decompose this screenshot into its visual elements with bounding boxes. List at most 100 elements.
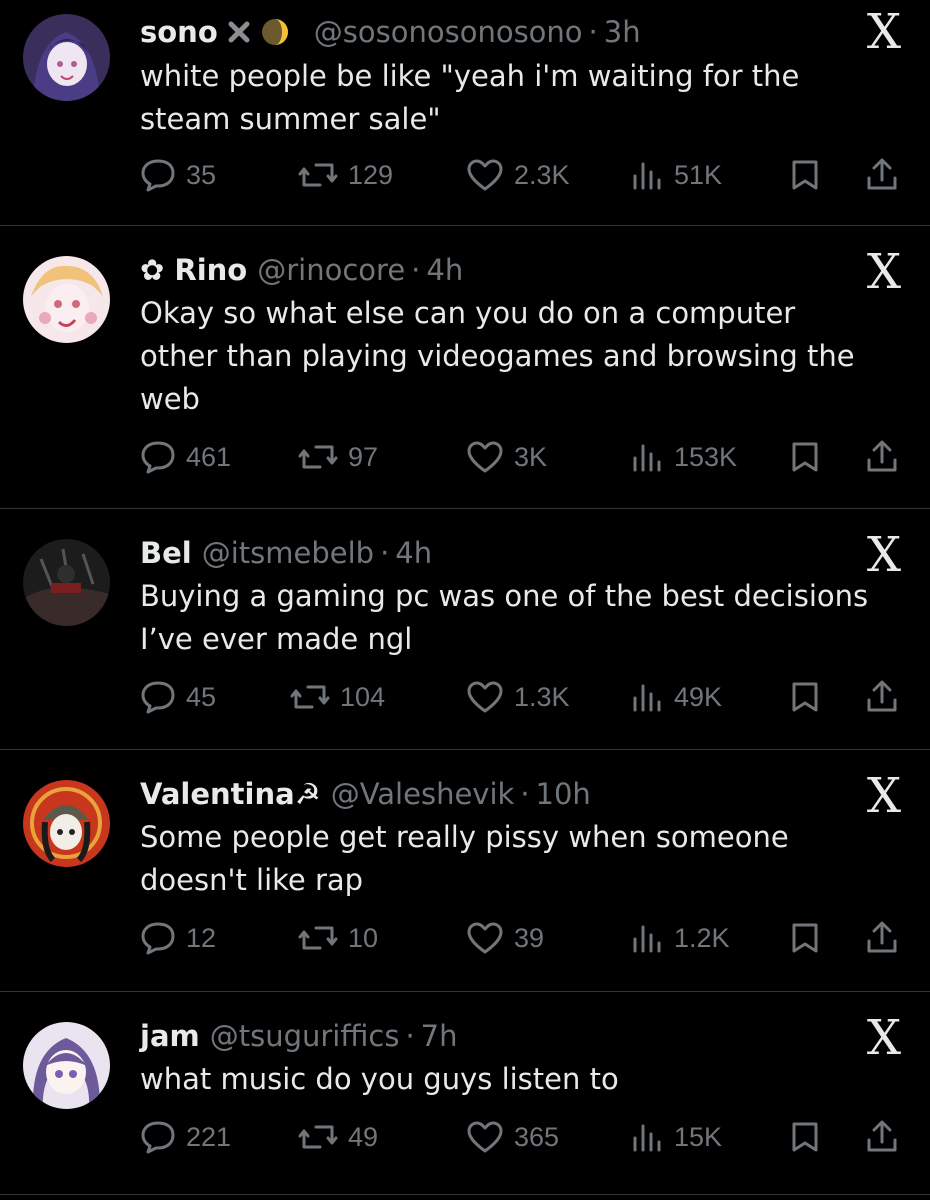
- views-button[interactable]: 51K: [630, 155, 722, 195]
- tweet[interactable]: jam @tsuguriffics · 7h X what music do y…: [0, 992, 930, 1195]
- user-handle[interactable]: @tsuguriffics: [210, 1019, 400, 1053]
- like-button[interactable]: 365: [466, 1117, 559, 1157]
- like-count: 2.3K: [514, 159, 570, 190]
- reply-count: 12: [186, 922, 217, 953]
- avatar[interactable]: [23, 539, 110, 626]
- action-bar: 461 97 3K 153K: [140, 437, 910, 477]
- tweet-text: what music do you guys listen to: [140, 1062, 619, 1096]
- reply-button[interactable]: 12: [140, 918, 216, 958]
- like-count: 39: [514, 922, 545, 953]
- separator-dot: ·: [520, 777, 530, 811]
- tweet[interactable]: Bel @itsmebelb · 4h X Buying a gaming pc…: [0, 509, 930, 750]
- repost-button[interactable]: 104: [290, 677, 385, 717]
- tweet-text: Okay so what else can you do on a comput…: [140, 296, 855, 416]
- action-bar: 12 10 39 1.2K: [140, 918, 910, 958]
- repost-button[interactable]: 10: [298, 918, 378, 958]
- reply-icon: [141, 922, 175, 955]
- repost-button[interactable]: 129: [298, 155, 393, 195]
- views-count: 153K: [674, 441, 738, 472]
- tweet[interactable]: Valentina☭ @Valeshevik · 10h X Some peop…: [0, 750, 930, 992]
- repost-icon: [298, 1125, 338, 1149]
- display-name[interactable]: Bel: [140, 536, 192, 570]
- views-count: 1.2K: [674, 922, 730, 953]
- analytics-icon: [633, 444, 661, 472]
- x-logo-icon: X: [866, 527, 902, 583]
- avatar[interactable]: [23, 14, 110, 101]
- x-logo-icon: X: [866, 244, 902, 300]
- user-handle[interactable]: @sosonosonosono: [314, 15, 583, 49]
- reply-icon: [141, 1121, 175, 1154]
- heart-icon: [467, 441, 503, 473]
- user-handle[interactable]: @itsmebelb: [202, 536, 374, 570]
- action-bar: 45 104 1.3K 49K: [140, 677, 910, 717]
- reply-button[interactable]: 45: [140, 677, 216, 717]
- avatar[interactable]: [23, 1022, 110, 1109]
- repost-button[interactable]: 97: [298, 437, 378, 477]
- share-icon[interactable]: [866, 920, 898, 954]
- reply-button[interactable]: 461: [140, 437, 231, 477]
- views-button[interactable]: 49K: [630, 677, 722, 717]
- share-icon[interactable]: [866, 679, 898, 713]
- timestamp[interactable]: 4h: [395, 536, 432, 570]
- x-mark-icon: [226, 19, 252, 45]
- reply-button[interactable]: 35: [140, 155, 216, 195]
- timestamp[interactable]: 3h: [604, 15, 641, 49]
- bookmark-icon[interactable]: [790, 441, 820, 473]
- reply-button[interactable]: 221: [140, 1117, 231, 1157]
- timestamp[interactable]: 7h: [421, 1019, 458, 1053]
- repost-icon: [298, 163, 338, 187]
- x-logo-icon: X: [866, 4, 902, 60]
- timestamp[interactable]: 10h: [536, 777, 591, 811]
- repost-count: 97: [348, 441, 379, 472]
- display-name[interactable]: sono: [140, 15, 218, 49]
- views-button[interactable]: 153K: [630, 437, 737, 477]
- tweet-header: jam @tsuguriffics · 7h: [140, 1016, 458, 1056]
- tweet-header: sono @sosonosonosono · 3h: [140, 12, 641, 52]
- heart-icon: [467, 922, 503, 954]
- separator-dot: ·: [588, 15, 598, 49]
- like-button[interactable]: 39: [466, 918, 544, 958]
- repost-icon: [298, 926, 338, 950]
- user-handle[interactable]: @rinocore: [257, 253, 405, 287]
- like-button[interactable]: 2.3K: [466, 155, 570, 195]
- share-icon[interactable]: [866, 1119, 898, 1153]
- tweet-text: Buying a gaming pc was one of the best d…: [140, 579, 869, 656]
- avatar[interactable]: [23, 780, 110, 867]
- share-icon[interactable]: [866, 157, 898, 191]
- views-button[interactable]: 15K: [630, 1117, 722, 1157]
- display-name[interactable]: ✿ Rino: [140, 253, 247, 287]
- reply-count: 221: [186, 1121, 232, 1152]
- tweet[interactable]: ✿ Rino @rinocore · 4h X Okay so what els…: [0, 226, 930, 509]
- views-count: 49K: [674, 681, 723, 712]
- repost-icon: [290, 685, 330, 709]
- tweet-text: Some people get really pissy when someon…: [140, 820, 789, 897]
- moon-emoji-icon: [260, 17, 290, 47]
- x-logo-icon: X: [866, 768, 902, 824]
- reply-count: 461: [186, 441, 232, 472]
- tweet-header: Valentina☭ @Valeshevik · 10h: [140, 774, 591, 814]
- display-name[interactable]: Valentina☭: [140, 777, 321, 811]
- views-count: 15K: [674, 1121, 723, 1152]
- display-name[interactable]: jam: [140, 1019, 200, 1053]
- reply-icon: [141, 159, 175, 192]
- bookmark-icon[interactable]: [790, 922, 820, 954]
- like-button[interactable]: 3K: [466, 437, 547, 477]
- like-button[interactable]: 1.3K: [466, 677, 570, 717]
- user-handle[interactable]: @Valeshevik: [331, 777, 515, 811]
- analytics-icon: [633, 684, 661, 712]
- x-logo-icon: X: [866, 1010, 902, 1066]
- avatar[interactable]: [23, 256, 110, 343]
- separator-dot: ·: [411, 253, 421, 287]
- tweet-feed: sono @sosonosonosono · 3h X white people…: [0, 0, 930, 1200]
- repost-button[interactable]: 49: [298, 1117, 378, 1157]
- heart-icon: [467, 159, 503, 191]
- repost-count: 129: [348, 159, 394, 190]
- bookmark-icon[interactable]: [790, 159, 820, 191]
- bookmark-icon[interactable]: [790, 1121, 820, 1153]
- share-icon[interactable]: [866, 439, 898, 473]
- like-count: 1.3K: [514, 681, 570, 712]
- timestamp[interactable]: 4h: [426, 253, 463, 287]
- bookmark-icon[interactable]: [790, 681, 820, 713]
- tweet[interactable]: sono @sosonosonosono · 3h X white people…: [0, 0, 930, 226]
- views-button[interactable]: 1.2K: [630, 918, 730, 958]
